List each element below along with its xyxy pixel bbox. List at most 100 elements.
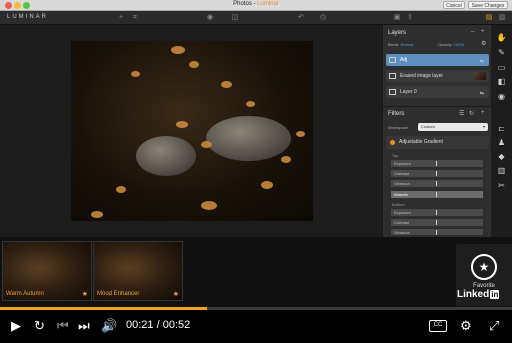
time-separator: / xyxy=(153,319,163,331)
slider-bottom-exposure[interactable]: Exposure xyxy=(391,209,483,216)
refresh-icon[interactable]: ↻ xyxy=(469,110,474,117)
transform-icon[interactable]: ▥ xyxy=(496,165,507,176)
slider-knob[interactable] xyxy=(436,230,437,235)
filter-name: Adjustable Gradient xyxy=(399,139,443,145)
window-title-prefix: Photos - xyxy=(233,1,258,7)
crop-icon[interactable]: ⌗ xyxy=(130,13,140,23)
layer-swap-icon[interactable]: ⇆ xyxy=(480,56,484,68)
luminosity-icon[interactable]: ◉ xyxy=(496,91,507,102)
blend-label: Blend: xyxy=(388,42,400,47)
layer-item-layer-0[interactable]: Layer 0 ⇆ xyxy=(386,86,489,98)
filter-list-icon[interactable]: ☰ xyxy=(459,110,464,117)
photo-leaf xyxy=(281,156,291,163)
filters-title: Filters xyxy=(388,111,405,117)
previous-icon[interactable]: ⏮ xyxy=(57,318,69,334)
scissors-icon[interactable]: ✂ xyxy=(496,180,507,191)
section-top-label: Top xyxy=(392,153,399,158)
workspace-select[interactable]: Custom ▾ xyxy=(418,123,488,131)
next-icon[interactable]: ⏭ xyxy=(78,318,90,334)
volume-icon[interactable]: 🔊 xyxy=(101,318,117,334)
export-icon[interactable]: ⇪ xyxy=(405,13,415,23)
side-panel: Layers – + Blend: Normal Opacity: 100% ⚙… xyxy=(382,25,492,237)
opacity-control[interactable]: Opacity: 100% xyxy=(438,42,464,47)
brush-icon[interactable]: ✎ xyxy=(496,47,507,58)
compare-icon[interactable]: ◫ xyxy=(230,13,240,23)
filter-header[interactable]: Adjustable Gradient xyxy=(386,136,489,149)
photo-leaf xyxy=(296,131,305,137)
eye-icon[interactable]: ◉ xyxy=(205,13,215,23)
layer-name: Erased image layer xyxy=(400,73,444,79)
slider-knob[interactable] xyxy=(436,192,437,197)
layout-icon[interactable]: ▤ xyxy=(484,13,494,23)
slider-bottom-vibrance[interactable]: Vibrance xyxy=(391,229,483,235)
preset-name: Mood Enhancer xyxy=(97,291,140,297)
panel-divider xyxy=(383,106,492,107)
photo-leaf xyxy=(246,101,255,107)
crop-tool-icon[interactable]: ⊏ xyxy=(496,123,507,134)
add-layer-icon[interactable]: + xyxy=(481,29,485,35)
radial-mask-icon[interactable]: ◧ xyxy=(496,76,507,87)
gradient-icon[interactable]: ▭ xyxy=(496,62,507,73)
brush-fill-icon[interactable]: ✋ xyxy=(496,32,507,43)
layer-name: Layer 0 xyxy=(400,89,417,95)
closed-captions-button[interactable]: CC xyxy=(429,320,447,332)
layer-swap-icon[interactable]: ⇆ xyxy=(480,88,484,100)
clone-stamp-icon[interactable]: ♟ xyxy=(496,137,507,148)
panel-toggle-icon[interactable]: ▥ xyxy=(497,13,507,23)
layer-mask-icon xyxy=(389,73,396,79)
photo-rock xyxy=(206,116,291,161)
slider-knob[interactable] xyxy=(436,210,437,215)
star-icon[interactable]: ★ xyxy=(173,290,179,298)
cancel-button[interactable]: Cancel xyxy=(443,1,465,9)
luminar-logo: LUMINAR xyxy=(7,14,49,20)
fullscreen-icon[interactable]: ⤢ xyxy=(489,318,499,334)
layer-item-erased[interactable]: Erased image layer xyxy=(386,70,489,82)
filter-toggle-icon[interactable] xyxy=(390,140,395,145)
star-icon[interactable]: ★ xyxy=(82,290,88,298)
current-time: 00:21 xyxy=(126,319,154,331)
slider-label: Vibrance xyxy=(394,181,410,186)
eraser-icon[interactable]: ◆ xyxy=(496,151,507,162)
play-icon[interactable]: ▶ xyxy=(11,318,21,334)
slider-top-contrast[interactable]: Contrast xyxy=(391,170,483,177)
blend-mode[interactable]: Blend: Normal xyxy=(388,42,413,47)
slider-top-exposure[interactable]: Exposure xyxy=(391,160,483,167)
slider-knob[interactable] xyxy=(436,181,437,186)
settings-gear-icon[interactable]: ⚙ xyxy=(460,318,472,334)
layer-item-adj[interactable]: Adj ⇆ xyxy=(386,54,489,66)
layer-name: Adj xyxy=(400,57,408,63)
photo-leaf xyxy=(189,61,199,68)
linkedin-logo: Linked in xyxy=(457,289,500,300)
favorite-star-icon[interactable]: ★ xyxy=(471,254,497,280)
image-icon[interactable]: ▣ xyxy=(392,13,402,23)
slider-knob[interactable] xyxy=(436,161,437,166)
photo-leaf xyxy=(201,201,217,210)
edited-photo[interactable] xyxy=(71,41,313,221)
replay-icon[interactable]: ↻ xyxy=(34,318,45,334)
history-icon[interactable]: ◷ xyxy=(318,13,328,23)
photo-leaf xyxy=(221,81,232,88)
photo-leaf xyxy=(131,71,140,77)
slider-top-vibrance[interactable]: Vibrance xyxy=(391,180,483,187)
save-changes-button[interactable]: Save Changes xyxy=(468,1,508,9)
preset-filmstrip: Warm Autumn ★ Mood Enhancer ★ xyxy=(0,237,512,307)
slider-top-warmth[interactable]: Warmth xyxy=(391,191,483,198)
window-title-app: Luminar xyxy=(257,1,279,7)
linkedin-brand: Linked xyxy=(457,289,490,300)
plus-icon[interactable]: + xyxy=(116,13,126,23)
photo-rock xyxy=(136,136,196,176)
layer-menu-icon[interactable]: – xyxy=(471,29,474,35)
photo-leaf xyxy=(176,121,188,128)
preset-thumb-warm-autumn[interactable]: Warm Autumn ★ xyxy=(2,241,92,301)
slider-knob[interactable] xyxy=(436,171,437,176)
layers-title: Layers xyxy=(388,30,407,36)
preset-thumb-mood-enhancer[interactable]: Mood Enhancer ★ xyxy=(93,241,183,301)
gear-icon[interactable]: ⚙ xyxy=(481,40,486,47)
slider-knob[interactable] xyxy=(436,220,437,225)
preset-name: Warm Autumn xyxy=(6,291,44,297)
layer-mask-icon xyxy=(389,89,396,95)
add-filter-icon[interactable]: + xyxy=(481,110,485,116)
photo-leaf xyxy=(91,211,103,218)
undo-icon[interactable]: ↶ xyxy=(296,13,306,23)
slider-bottom-contrast[interactable]: Contrast xyxy=(391,219,483,226)
